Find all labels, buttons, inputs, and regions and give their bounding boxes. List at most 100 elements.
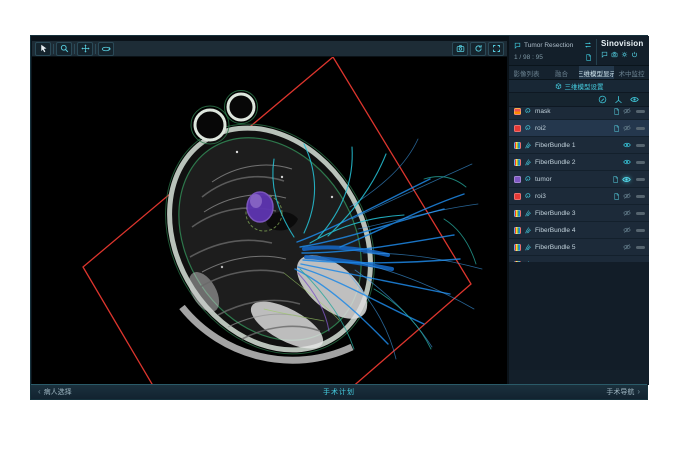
fullscreen-button[interactable] — [488, 42, 504, 56]
fiber-icon — [524, 243, 532, 251]
opacity-slider[interactable] — [636, 229, 645, 232]
layer-row-mask[interactable]: mask — [509, 107, 649, 120]
layer-row-fiberbundle-4[interactable]: FiberBundle 4 — [509, 222, 649, 239]
eye-icon[interactable] — [622, 175, 631, 184]
color-swatch[interactable] — [514, 210, 521, 217]
eye-off-icon[interactable] — [623, 107, 631, 115]
viewport-toolbar — [32, 41, 507, 57]
fiber-icon — [524, 226, 532, 234]
zoom-tool-button[interactable] — [56, 42, 72, 56]
color-swatch[interactable] — [514, 261, 521, 263]
pan-arrows-icon — [81, 44, 90, 53]
color-swatch[interactable] — [514, 108, 521, 115]
fiber-icon — [524, 141, 532, 149]
eye-off-icon[interactable] — [623, 124, 631, 132]
layer-label: FiberBundle 5 — [535, 244, 620, 251]
toolbar-divider — [95, 44, 96, 54]
model-axes-icon[interactable] — [614, 95, 623, 104]
swap-icon[interactable] — [584, 41, 592, 49]
color-swatch[interactable] — [514, 244, 521, 251]
fiber-icon — [524, 260, 532, 262]
layer-label: tumor — [535, 176, 609, 183]
eye-off-icon[interactable] — [623, 192, 631, 200]
layer-row-roi3[interactable]: roi3 — [509, 188, 649, 205]
color-swatch[interactable] — [514, 142, 521, 149]
magnifier-icon — [60, 44, 69, 53]
layer-list: mask roi2 — [509, 107, 649, 262]
opacity-slider[interactable] — [636, 127, 645, 130]
back-step[interactable]: ‹ 病人选择 — [38, 387, 72, 397]
workflow-bar: ‹ 病人选择 手术计划 手术导航 › — [31, 384, 647, 399]
opacity-slider[interactable] — [636, 144, 645, 147]
layer-label: FiberBundle 2 — [535, 159, 620, 166]
layer-toolbar — [509, 93, 649, 107]
sidebar-tabs: 影像列表 融合 三维模型显示 术中监控 — [509, 65, 649, 80]
cube-icon — [555, 83, 562, 90]
reset-view-button[interactable] — [470, 42, 486, 56]
settings-icon[interactable] — [621, 51, 628, 58]
tab-monitoring[interactable]: 术中监控 — [614, 66, 649, 79]
layer-label: FiberBundle 3 — [535, 210, 620, 217]
patient-icon — [514, 42, 521, 49]
opacity-slider[interactable] — [636, 246, 645, 249]
opacity-slider[interactable] — [636, 212, 645, 215]
layer-row-roi2[interactable]: roi2 — [509, 120, 649, 137]
camera-icon[interactable] — [611, 51, 618, 58]
eye-icon[interactable] — [623, 158, 631, 166]
color-swatch[interactable] — [514, 159, 521, 166]
tab-fusion[interactable]: 融合 — [544, 66, 579, 79]
select-tool-button[interactable] — [35, 42, 51, 56]
eye-off-icon[interactable] — [623, 209, 631, 217]
current-step-label: 手术计划 — [31, 387, 647, 397]
model-settings-button[interactable]: 三维模型设置 — [509, 80, 649, 93]
opacity-slider[interactable] — [636, 195, 645, 198]
chevron-left-icon: ‹ — [38, 388, 41, 396]
layer-row-fiberbundle-2[interactable]: FiberBundle 2 — [509, 154, 649, 171]
refresh-icon — [474, 44, 483, 53]
tab-3d-model[interactable]: 三维模型显示 — [579, 66, 614, 79]
color-swatch[interactable] — [514, 176, 521, 183]
rotate-tool-button[interactable] — [98, 42, 114, 56]
layer-row-fiberbundle-1[interactable]: FiberBundle 1 — [509, 137, 649, 154]
file-icon[interactable] — [613, 193, 620, 200]
file-icon[interactable] — [613, 125, 620, 132]
pan-tool-button[interactable] — [77, 42, 93, 56]
tab-image-list[interactable]: 影像列表 — [509, 66, 544, 79]
next-step[interactable]: 手术导航 › — [606, 387, 640, 397]
eye-off-icon[interactable] — [623, 243, 631, 251]
sidebar: Tumor Resection 1 / 98 : 95 Sinovision — [508, 36, 649, 385]
back-step-label: 病人选择 — [44, 387, 72, 397]
opacity-slider[interactable] — [636, 178, 645, 181]
file-icon[interactable] — [613, 108, 620, 115]
color-swatch[interactable] — [514, 227, 521, 234]
layer-row-fiberbundle-5[interactable]: FiberBundle 5 — [509, 239, 649, 256]
chevron-right-icon: › — [637, 388, 640, 396]
save-icon[interactable] — [585, 54, 592, 61]
layer-row-tumor[interactable]: tumor — [509, 171, 649, 188]
opacity-slider[interactable] — [636, 161, 645, 164]
edit-icon[interactable] — [598, 95, 607, 104]
eye-icon[interactable] — [623, 141, 631, 149]
snapshot-button[interactable] — [452, 42, 468, 56]
layer-row-partial[interactable] — [509, 256, 649, 262]
series-row: 1 / 98 : 95 — [514, 51, 592, 63]
toolbar-divider — [53, 44, 54, 54]
visibility-icon[interactable] — [630, 95, 639, 104]
series-info: 1 / 98 : 95 — [514, 54, 582, 61]
sidebar-header: Tumor Resection 1 / 98 : 95 Sinovision — [509, 36, 649, 65]
brand-logo: Sinovision — [601, 39, 645, 49]
brand-block: Sinovision — [596, 39, 645, 65]
eye-off-icon[interactable] — [623, 226, 631, 234]
file-icon[interactable] — [612, 176, 619, 183]
toolbar-divider — [74, 44, 75, 54]
opacity-slider[interactable] — [636, 110, 645, 113]
support-icon[interactable] — [601, 51, 608, 58]
color-swatch[interactable] — [514, 125, 521, 132]
power-icon[interactable] — [631, 51, 638, 58]
next-step-label: 手术导航 — [606, 387, 634, 397]
roi-icon — [524, 124, 532, 132]
render-canvas[interactable] — [32, 57, 507, 385]
color-swatch[interactable] — [514, 193, 521, 200]
patient-info: Tumor Resection 1 / 98 : 95 — [514, 39, 592, 65]
layer-row-fiberbundle-3[interactable]: FiberBundle 3 — [509, 205, 649, 222]
